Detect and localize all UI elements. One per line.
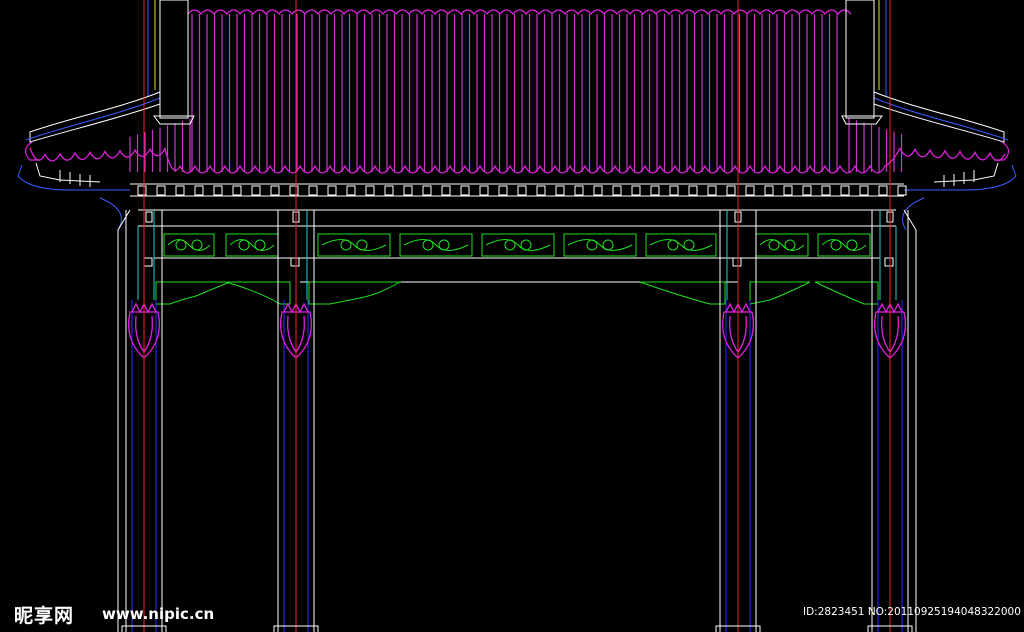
watermark-id: ID:2823451 NO:20110925194048322000 [803,606,1021,618]
watermark-url[interactable]: www.nipic.cn [102,605,214,623]
cad-elevation-drawing [0,0,1024,632]
watermark-logo: 昵享网 [14,605,75,627]
